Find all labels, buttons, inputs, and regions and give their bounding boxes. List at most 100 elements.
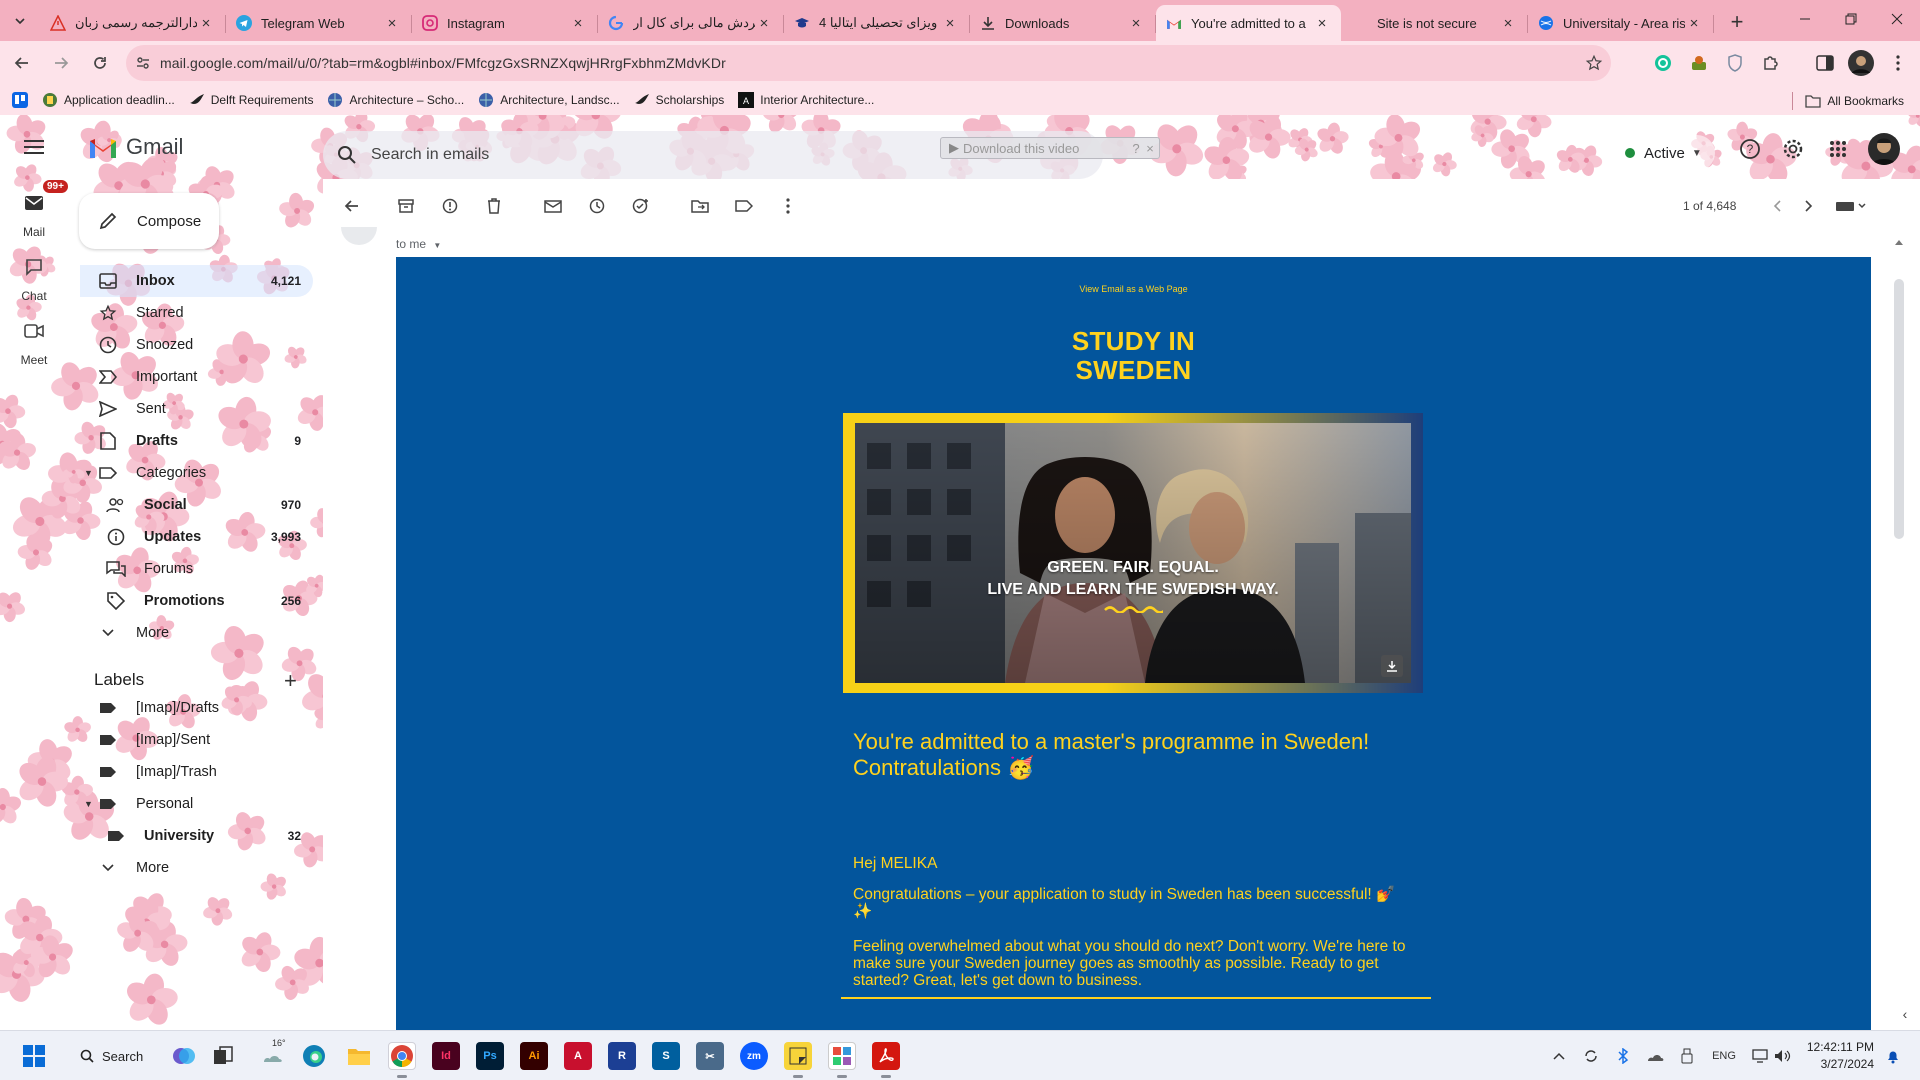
nav-item-more[interactable]: More xyxy=(80,852,313,884)
browser-tab[interactable]: دارالترجمه رسمی زبان × xyxy=(40,5,226,41)
expand-caret-icon[interactable]: ▼ xyxy=(84,799,93,809)
illustrator-icon[interactable]: Ai xyxy=(520,1042,548,1070)
show-hidden-icons-chevron-icon[interactable] xyxy=(1550,1047,1568,1065)
bookmark-item[interactable]: Architecture, Landsc... xyxy=(478,92,620,108)
minimize-button[interactable] xyxy=(1782,0,1828,38)
sketchup-icon[interactable]: S xyxy=(652,1042,680,1070)
nav-item-inbox[interactable]: Inbox 4,121 xyxy=(80,265,313,297)
rail-chat[interactable]: Chat xyxy=(6,251,62,303)
snooze-icon[interactable] xyxy=(585,194,609,218)
more-options-icon[interactable] xyxy=(776,194,800,218)
input-language-indicator[interactable]: ENG xyxy=(1710,1047,1738,1065)
back-button[interactable] xyxy=(5,46,39,80)
restore-button[interactable] xyxy=(1828,0,1874,38)
report-spam-icon[interactable] xyxy=(438,194,462,218)
browser-tab[interactable]: You're admitted to a × xyxy=(1156,5,1341,41)
notification-bell-icon[interactable] xyxy=(1884,1047,1902,1065)
grammarly-extension-icon[interactable] xyxy=(1650,50,1676,76)
archive-icon[interactable] xyxy=(394,194,418,218)
search-placeholder[interactable]: Search in emails xyxy=(371,146,489,164)
rail-meet[interactable]: Meet xyxy=(6,315,62,367)
autocad-icon[interactable]: A xyxy=(564,1042,592,1070)
reload-button[interactable] xyxy=(83,46,117,80)
sticky-notes-icon[interactable] xyxy=(784,1042,812,1070)
windows-start-icon[interactable] xyxy=(20,1042,48,1070)
trello-bookmark-icon[interactable] xyxy=(12,92,28,108)
nav-item-snoozed[interactable]: Snoozed xyxy=(80,329,313,361)
browser-tab[interactable]: Downloads × xyxy=(970,5,1156,41)
close-icon[interactable]: × xyxy=(1143,141,1157,156)
back-to-inbox-icon[interactable] xyxy=(339,194,363,218)
nav-item-updates[interactable]: Updates 3,993 xyxy=(80,521,313,553)
nav-item-personal[interactable]: ▼ Personal xyxy=(80,788,313,820)
bookmark-item[interactable]: Delft Requirements xyxy=(189,92,313,108)
photoshop-icon[interactable]: Ps xyxy=(476,1042,504,1070)
side-panel-icon[interactable] xyxy=(1812,50,1838,76)
extension-icon[interactable] xyxy=(1686,50,1712,76)
main-menu-icon[interactable] xyxy=(16,129,52,165)
input-tools-keyboard-icon[interactable] xyxy=(1833,194,1869,218)
side-panel-toggle-icon[interactable]: ‹ xyxy=(1894,1003,1916,1025)
compose-button[interactable]: Compose xyxy=(79,193,219,249)
older-chevron-right-icon[interactable] xyxy=(1797,194,1821,218)
nav-item-university[interactable]: University 32 xyxy=(80,820,313,852)
profile-avatar[interactable] xyxy=(1848,50,1874,76)
close-tab-icon[interactable]: × xyxy=(1499,14,1517,32)
network-icon[interactable] xyxy=(1752,1047,1770,1065)
bookmark-item[interactable]: A Interior Architecture... xyxy=(738,92,874,108)
download-video-overlay[interactable]: ▶ Download this video ? × xyxy=(940,137,1160,159)
rail-mail[interactable]: 99+ Mail xyxy=(6,179,69,239)
usb-device-icon[interactable] xyxy=(1678,1047,1696,1065)
nav-item-imap-sent[interactable]: [Imap]/Sent xyxy=(80,724,313,756)
forward-button[interactable] xyxy=(44,46,78,80)
nav-item-promotions[interactable]: Promotions 256 xyxy=(80,585,313,617)
browser-menu-icon[interactable] xyxy=(1885,50,1911,76)
taskbar-search[interactable]: Search xyxy=(70,1040,156,1072)
indesign-icon[interactable]: Id xyxy=(432,1042,460,1070)
all-bookmarks-button[interactable]: All Bookmarks xyxy=(1792,92,1904,110)
browser-tab[interactable]: Universitaly - Area ris × xyxy=(1528,5,1714,41)
acrobat-icon[interactable] xyxy=(872,1042,900,1070)
system-clock[interactable]: 12:42:11 PM 3/27/2024 xyxy=(1802,1039,1874,1073)
recipient-details[interactable]: to me ▼ xyxy=(396,237,441,251)
new-tab-button[interactable]: + xyxy=(1720,5,1754,39)
sync-icon[interactable] xyxy=(1582,1047,1600,1065)
nav-item-starred[interactable]: Starred xyxy=(80,297,313,329)
nav-item-drafts[interactable]: Drafts 9 xyxy=(80,425,313,457)
site-info-icon[interactable] xyxy=(126,55,160,71)
nav-item-imap-trash[interactable]: [Imap]/Trash xyxy=(80,756,313,788)
copilot-icon[interactable] xyxy=(170,1042,198,1070)
browser-tab[interactable]: ویزای تحصیلی ایتالیا 4 × xyxy=(784,5,970,41)
view-as-web-page-link[interactable]: View Email as a Web Page xyxy=(396,284,1871,294)
bluetooth-icon[interactable] xyxy=(1614,1047,1632,1065)
weather-widget-icon[interactable]: 16° xyxy=(256,1038,290,1070)
status-active-button[interactable]: Active ▼ xyxy=(1611,135,1715,171)
browser-tab[interactable]: گردش مالی برای کال ار × xyxy=(598,5,784,41)
onedrive-icon[interactable] xyxy=(1646,1047,1664,1065)
mark-unread-icon[interactable] xyxy=(541,194,565,218)
browser-tab[interactable]: Instagram × xyxy=(412,5,598,41)
nav-item-more[interactable]: More xyxy=(80,617,313,649)
close-tab-icon[interactable]: × xyxy=(383,14,401,32)
bookmark-item[interactable]: Architecture – Scho... xyxy=(327,92,464,108)
snipping-tool-icon[interactable]: ✂ xyxy=(696,1042,724,1070)
zoom-icon[interactable]: zm xyxy=(740,1042,768,1070)
close-tab-icon[interactable]: × xyxy=(1685,14,1703,32)
nav-item-sent[interactable]: Sent xyxy=(80,393,313,425)
revit-icon[interactable]: R xyxy=(608,1042,636,1070)
extensions-puzzle-icon[interactable] xyxy=(1758,50,1784,76)
close-window-button[interactable] xyxy=(1874,0,1920,38)
volume-icon[interactable] xyxy=(1774,1047,1792,1065)
nav-item-social[interactable]: Social 970 xyxy=(80,489,313,521)
close-tab-icon[interactable]: × xyxy=(755,14,773,32)
task-view-icon[interactable] xyxy=(209,1042,237,1070)
help-icon[interactable]: ? xyxy=(1129,141,1143,156)
nav-item-categories[interactable]: ▼ Categories xyxy=(80,457,313,489)
move-to-icon[interactable] xyxy=(688,194,712,218)
search-icon[interactable] xyxy=(323,145,371,165)
sender-avatar[interactable] xyxy=(341,227,377,245)
download-image-icon[interactable] xyxy=(1381,655,1403,677)
newer-chevron-left-icon[interactable] xyxy=(1765,194,1789,218)
browser-tab[interactable]: Telegram Web × xyxy=(226,5,412,41)
browser-tab[interactable]: Site is not secure × xyxy=(1342,5,1528,41)
